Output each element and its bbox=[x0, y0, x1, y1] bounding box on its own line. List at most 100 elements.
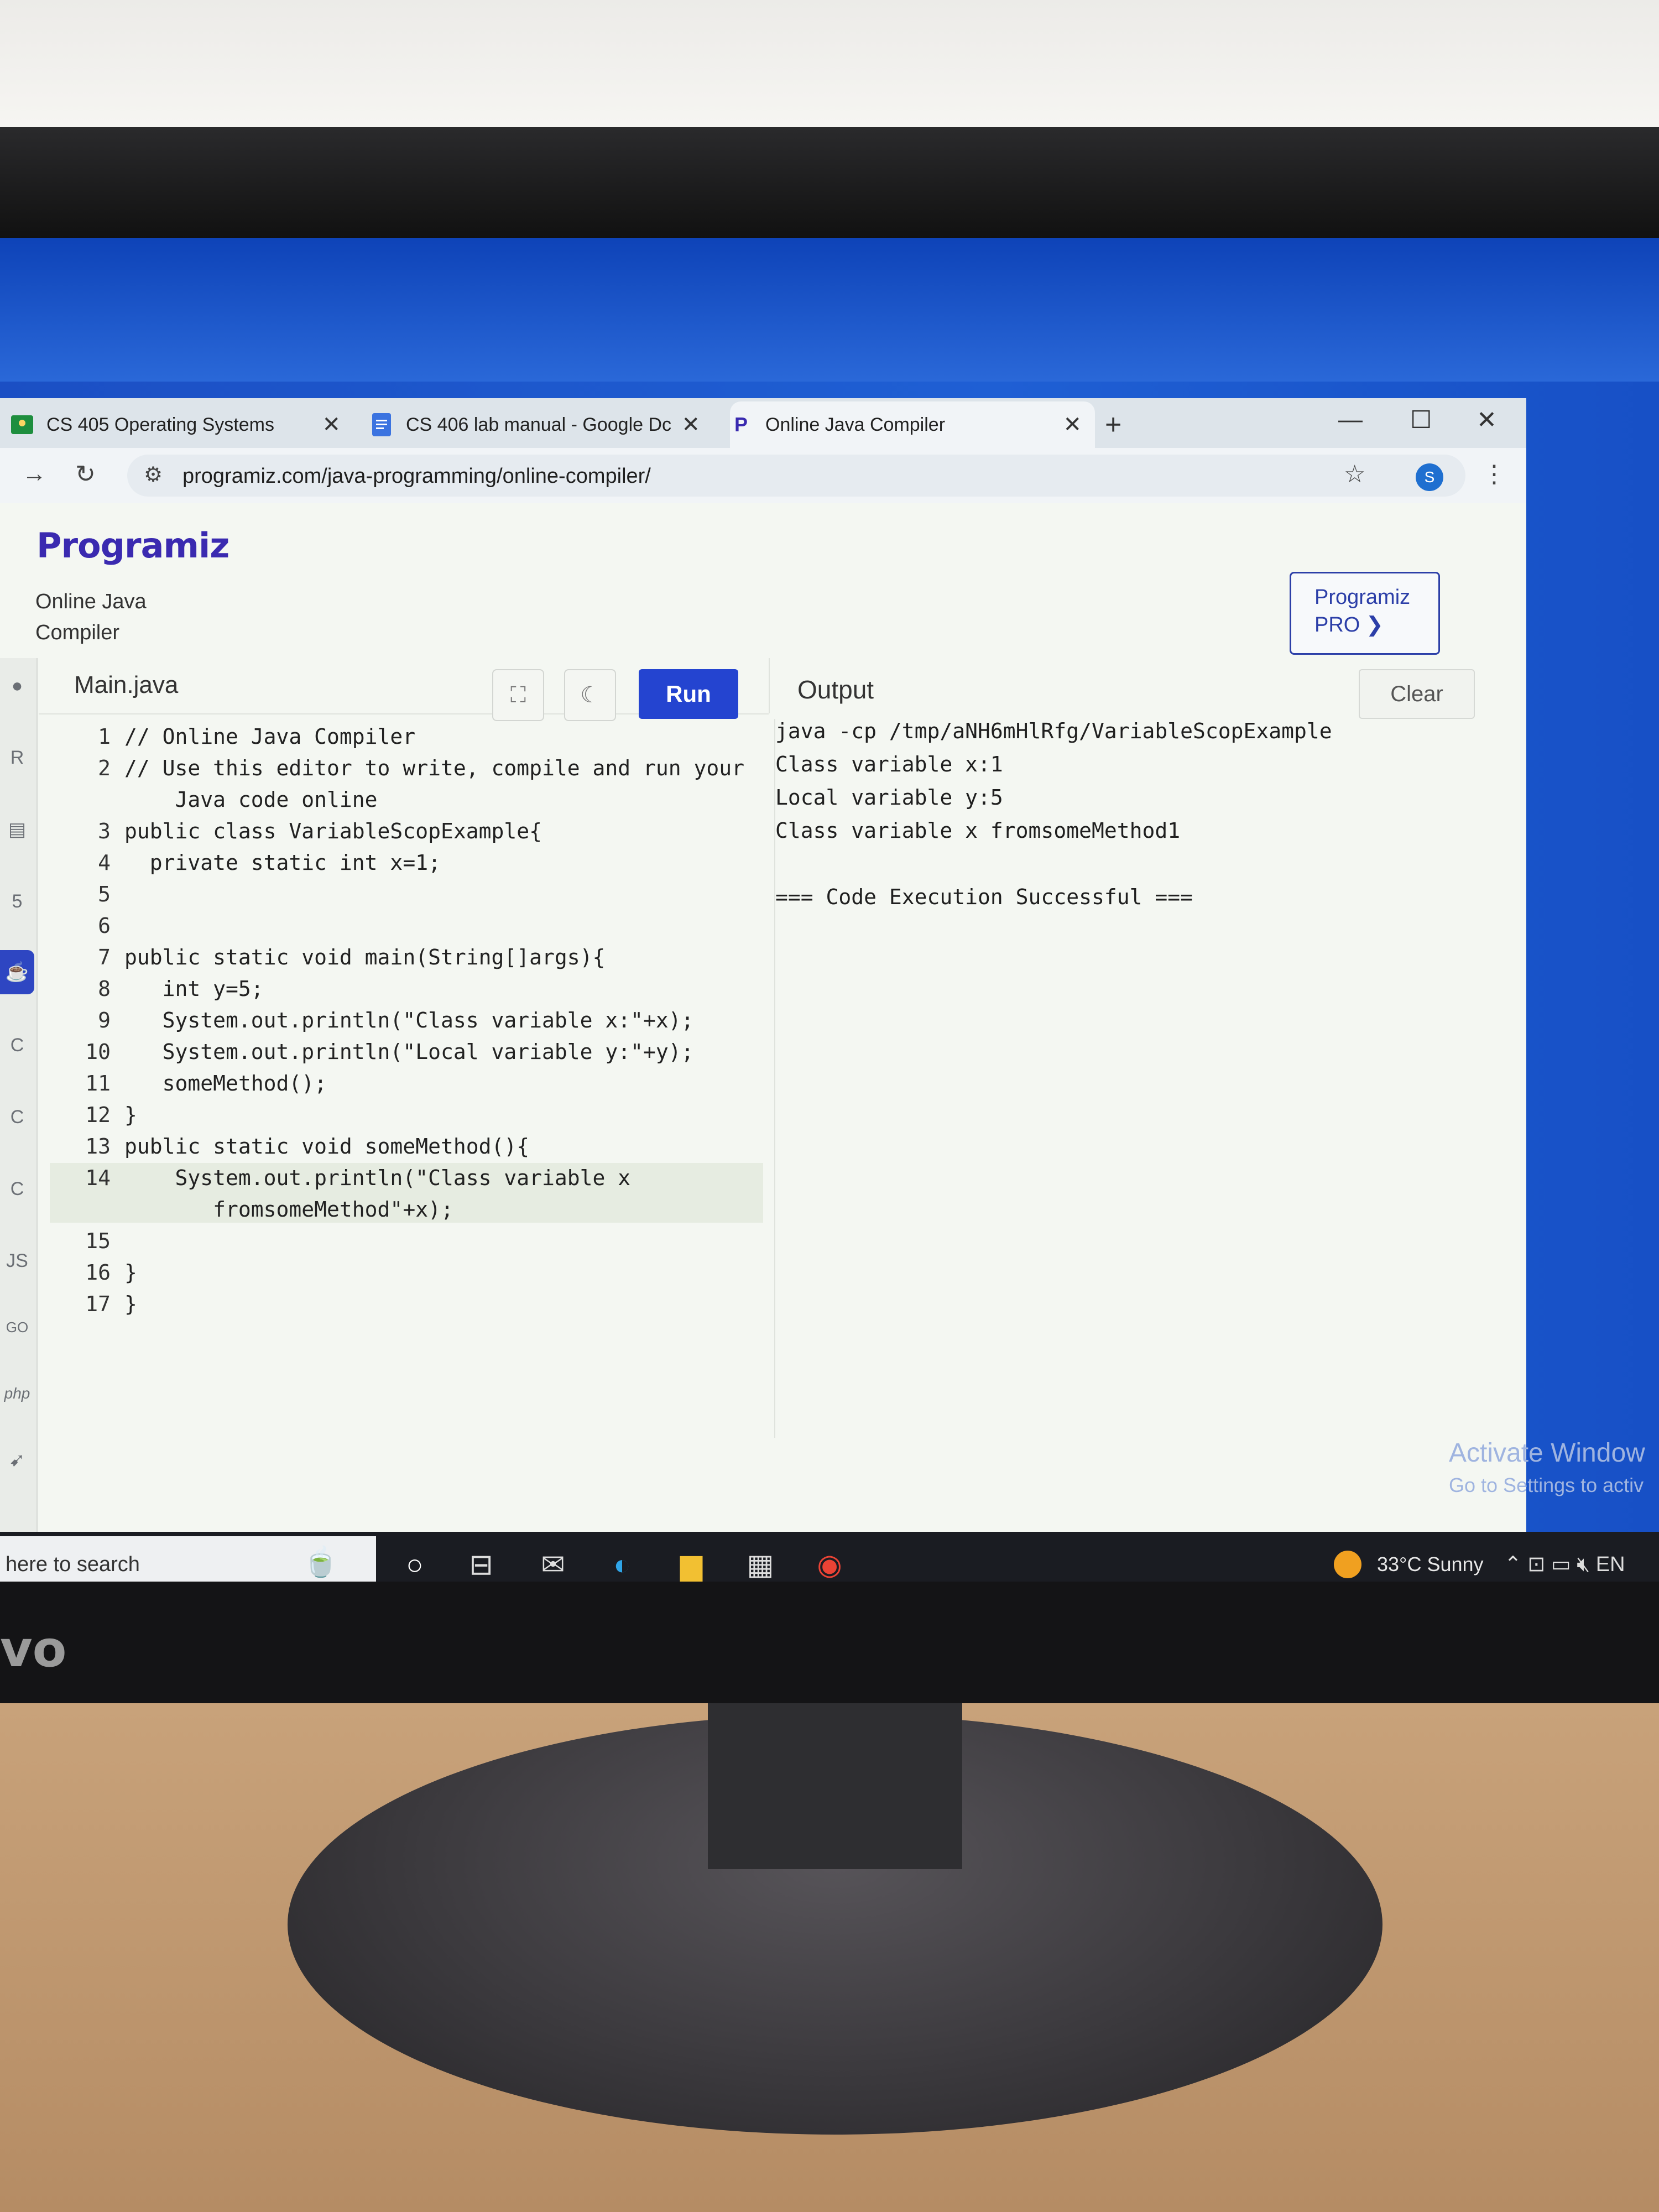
dark-mode-moon-icon[interactable]: ☾ bbox=[564, 669, 616, 721]
monitor-bezel-top bbox=[0, 127, 1659, 238]
line-number: 2 bbox=[98, 756, 111, 780]
output-panel: java -cp /tmp/aNH6mHlRfg/VariableScopExa… bbox=[774, 719, 1483, 1438]
programiz-favicon-icon: P bbox=[734, 413, 748, 436]
code-line: // Online Java Compiler bbox=[124, 724, 416, 749]
forward-icon[interactable]: → bbox=[22, 460, 46, 488]
programiz-pro-button[interactable]: Programiz PRO ❯ bbox=[1290, 572, 1440, 655]
taskbar-search[interactable]: here to search 🍵 bbox=[0, 1536, 376, 1582]
reload-icon[interactable]: ↻ bbox=[75, 460, 96, 488]
line-number: 14 bbox=[85, 1166, 111, 1190]
code-line: System.out.println("Local variable y:"+y… bbox=[124, 1040, 694, 1064]
weather-sun-icon bbox=[1334, 1551, 1361, 1578]
tab-bar: CS 405 Operating Systems ✕ CS 406 lab ma… bbox=[0, 398, 1526, 448]
google-docs-icon bbox=[371, 413, 393, 436]
close-icon[interactable]: ✕ bbox=[322, 412, 341, 437]
output-line: Class variable x fromsomeMethod1 bbox=[775, 818, 1181, 843]
ceiling-background bbox=[0, 0, 1659, 127]
file-tab-main-java[interactable]: Main.java bbox=[74, 671, 178, 699]
output-line: === Code Execution Successful === bbox=[775, 885, 1193, 909]
tab-online-java-compiler[interactable]: P Online Java Compiler ✕ bbox=[730, 401, 1095, 448]
clear-button[interactable]: Clear bbox=[1359, 669, 1475, 719]
language-sidebar: ● R ▤ 5 ☕ C C C JS GO php ➹ bbox=[0, 658, 38, 1532]
code-line: private static int x=1; bbox=[124, 851, 441, 875]
output-title: Output bbox=[797, 675, 874, 704]
activate-windows-hint: Go to Settings to activ bbox=[1449, 1474, 1644, 1496]
search-placeholder: here to search bbox=[6, 1553, 140, 1576]
line-number: 4 bbox=[98, 851, 111, 875]
weather-text[interactable]: 33°C Sunny bbox=[1377, 1553, 1484, 1576]
html-icon[interactable]: 5 bbox=[0, 879, 34, 924]
output-header: Output Clear bbox=[769, 658, 1483, 719]
file-explorer-icon[interactable]: ▆ bbox=[669, 1543, 713, 1582]
store-icon[interactable]: ▦ bbox=[738, 1543, 782, 1582]
run-button[interactable]: Run bbox=[639, 669, 738, 719]
line-number: 7 bbox=[98, 945, 111, 969]
monitor-stand-neck bbox=[708, 1703, 962, 1869]
sql-icon[interactable]: ▤ bbox=[0, 807, 34, 852]
desktop-wallpaper bbox=[0, 238, 1659, 382]
bookmark-star-icon[interactable]: ☆ bbox=[1344, 460, 1365, 488]
line-number: 3 bbox=[98, 819, 111, 843]
python-icon[interactable]: ● bbox=[0, 664, 34, 708]
tab-label: CS 406 lab manual - Google Dc bbox=[406, 414, 672, 435]
close-icon[interactable]: ✕ bbox=[1063, 412, 1082, 437]
system-tray[interactable]: ⌃ ⊡ ▭ 🔇︎ EN bbox=[1504, 1552, 1625, 1577]
java-icon[interactable]: ☕ bbox=[0, 950, 34, 994]
tab-cs406[interactable]: CS 406 lab manual - Google Dc ✕ bbox=[371, 401, 713, 448]
address-bar[interactable]: ⚙ programiz.com/java-programming/online-… bbox=[127, 455, 1465, 497]
close-window-icon[interactable]: ✕ bbox=[1477, 406, 1497, 434]
chrome-icon[interactable]: ◉ bbox=[807, 1543, 852, 1582]
go-icon[interactable]: GO bbox=[0, 1305, 34, 1349]
activate-windows-watermark: Activate Window bbox=[1449, 1438, 1645, 1468]
fullscreen-icon[interactable]: ⛶ bbox=[492, 669, 544, 721]
classroom-icon bbox=[11, 414, 33, 436]
avatar-initial: S bbox=[1424, 468, 1435, 486]
js-icon[interactable]: JS bbox=[0, 1239, 34, 1283]
site-settings-icon[interactable]: ⚙ bbox=[144, 462, 163, 487]
cpp-icon[interactable]: C bbox=[0, 1095, 34, 1139]
new-tab-icon[interactable]: + bbox=[1105, 408, 1121, 441]
code-line: } bbox=[124, 1292, 137, 1316]
menu-kebab-icon[interactable]: ⋮ bbox=[1482, 460, 1506, 488]
code-line: public static void main(String[]args){ bbox=[124, 945, 606, 969]
minimize-icon[interactable]: — bbox=[1338, 406, 1363, 434]
line-number: 17 bbox=[85, 1292, 111, 1316]
line-number: 11 bbox=[85, 1071, 111, 1095]
edge-icon[interactable]: ◐ bbox=[600, 1543, 644, 1582]
code-line: someMethod(); bbox=[124, 1071, 327, 1095]
maximize-icon[interactable]: ☐ bbox=[1410, 406, 1432, 434]
line-number: 10 bbox=[85, 1040, 111, 1064]
line-number: 1 bbox=[98, 724, 111, 749]
code-editor[interactable]: 1 // Online Java Compiler 2 // Use this edi… bbox=[50, 724, 769, 1388]
tab-cs405[interactable]: CS 405 Operating Systems ✕ bbox=[11, 401, 354, 448]
avatar[interactable]: S bbox=[1416, 463, 1443, 491]
code-line: Java code online bbox=[124, 787, 378, 812]
monitor-screen: CS 405 Operating Systems ✕ CS 406 lab ma… bbox=[0, 238, 1659, 1582]
browser-window: CS 405 Operating Systems ✕ CS 406 lab ma… bbox=[0, 398, 1526, 1532]
page-subtitle: Online Java Compiler bbox=[35, 590, 147, 644]
code-line: System.out.println("Class variable x:"+x… bbox=[124, 1008, 694, 1032]
tab-label: Online Java Compiler bbox=[765, 414, 946, 435]
cortana-icon[interactable]: ○ bbox=[393, 1543, 437, 1582]
code-line: System.out.println("Class variable x bbox=[124, 1166, 631, 1190]
php-icon[interactable]: php bbox=[0, 1371, 34, 1416]
close-icon[interactable]: ✕ bbox=[681, 412, 700, 437]
line-number: 8 bbox=[98, 977, 111, 1001]
mail-icon[interactable]: ✉ bbox=[531, 1543, 575, 1582]
code-line: } bbox=[124, 1103, 137, 1127]
csharp-icon[interactable]: C bbox=[0, 1167, 34, 1211]
code-line: } bbox=[124, 1260, 137, 1285]
swift-icon[interactable]: ➹ bbox=[0, 1438, 34, 1482]
output-line: Class variable x:1 bbox=[775, 752, 1003, 776]
task-view-icon[interactable]: ⊟ bbox=[459, 1543, 503, 1582]
windows-taskbar: here to search 🍵 ○ ⊟ ✉ ◐ ▆ ▦ ◉ 33°C Sunn… bbox=[0, 1532, 1659, 1582]
line-number: 13 bbox=[85, 1134, 111, 1159]
code-line: int y=5; bbox=[124, 977, 264, 1001]
r-icon[interactable]: R bbox=[0, 735, 34, 780]
code-line: public class VariableScopExample{ bbox=[124, 819, 542, 843]
code-line: public static void someMethod(){ bbox=[124, 1134, 530, 1159]
language-indicator: EN bbox=[1595, 1553, 1625, 1576]
output-line: java -cp /tmp/aNH6mHlRfg/VariableScopExa… bbox=[775, 719, 1332, 743]
programiz-logo[interactable]: Programiz bbox=[36, 525, 229, 566]
c-icon[interactable]: C bbox=[0, 1023, 34, 1067]
